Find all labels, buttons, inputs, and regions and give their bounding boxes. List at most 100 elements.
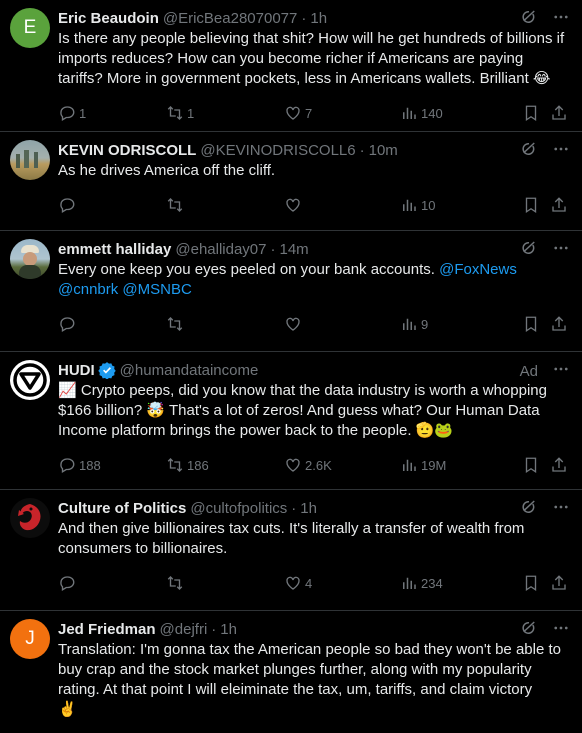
reply-button[interactable]: 188: [58, 456, 166, 474]
bookmark-button[interactable]: [522, 315, 550, 333]
retweet-button[interactable]: 1: [166, 104, 284, 122]
reply-button[interactable]: [58, 574, 166, 592]
reply-button[interactable]: [58, 315, 166, 333]
views-icon: [403, 199, 416, 211]
author-name[interactable]: Jed Friedman: [58, 621, 156, 638]
tweet[interactable]: emmett halliday @ehalliday07 · 14m Every…: [0, 231, 582, 352]
avatar[interactable]: [10, 239, 50, 279]
more-icon[interactable]: [552, 360, 570, 383]
tweet[interactable]: KEVIN ODRISCOLL @KEVINODRISCOLL6 · 10m A…: [0, 132, 582, 231]
tweet-text: As he drives America off the cliff.: [58, 162, 276, 179]
retweet-count: 1: [187, 105, 195, 121]
grok-icon[interactable]: [520, 498, 538, 521]
timestamp[interactable]: 14m: [280, 241, 309, 258]
grok-icon[interactable]: [520, 140, 538, 163]
separator-dot: ·: [270, 240, 276, 258]
tweet[interactable]: Culture of Politics @cultofpolitics · 1h…: [0, 490, 582, 611]
avatar-detail: [19, 265, 41, 279]
verified-badge-icon: [97, 361, 116, 379]
bookmark-button[interactable]: [522, 104, 550, 122]
share-button[interactable]: [550, 574, 568, 592]
mention-link[interactable]: @cnnbrk: [58, 281, 118, 298]
timestamp[interactable]: 1h: [220, 621, 237, 638]
mention-link[interactable]: @MSNBC: [122, 281, 191, 298]
author-name[interactable]: HUDI: [58, 362, 95, 379]
bookmark-icon: [525, 105, 537, 122]
like-button[interactable]: 2.6K: [284, 456, 400, 474]
emoji: 😂: [532, 70, 551, 87]
share-icon: [552, 197, 566, 212]
retweet-button[interactable]: [166, 196, 284, 214]
retweet-icon: [167, 317, 183, 331]
tweet-text: And then give billionaires tax cuts. It'…: [58, 520, 525, 557]
grok-icon[interactable]: [520, 619, 538, 642]
retweet-button[interactable]: [166, 574, 284, 592]
views-button[interactable]: 19M: [400, 456, 522, 474]
author-handle[interactable]: @humandataincome: [120, 362, 259, 379]
bookmark-button[interactable]: [522, 196, 550, 214]
author-handle[interactable]: @KEVINODRISCOLL6: [200, 142, 355, 159]
author-name[interactable]: Culture of Politics: [58, 500, 186, 517]
retweet-icon: [167, 458, 183, 472]
timestamp[interactable]: 10m: [369, 142, 398, 159]
views-icon: [403, 459, 416, 471]
retweet-button[interactable]: [166, 315, 284, 333]
grok-icon[interactable]: [520, 8, 538, 31]
share-button[interactable]: [550, 196, 568, 214]
avatar[interactable]: [10, 140, 50, 180]
views-icon: [403, 107, 416, 119]
like-button[interactable]: 7: [284, 104, 400, 122]
like-button[interactable]: 4: [284, 574, 400, 592]
like-count: 4: [305, 575, 313, 591]
reply-icon: [60, 106, 75, 121]
like-count: 2.6K: [305, 457, 332, 473]
tweet[interactable]: J Jed Friedman @dejfri · 1h Translation:…: [0, 611, 582, 733]
share-button[interactable]: [550, 315, 568, 333]
heart-icon: [286, 198, 300, 212]
grok-icon[interactable]: [520, 239, 538, 262]
author-handle[interactable]: @cultofpolitics: [190, 500, 287, 517]
tweet-text: 📈 Crypto peeps, did you know that the da…: [58, 381, 570, 441]
tweet-actions: 188 186 2.6K 19M: [58, 445, 570, 485]
views-button[interactable]: 9: [400, 315, 522, 333]
author-name[interactable]: Eric Beaudoin: [58, 10, 159, 27]
more-icon[interactable]: [552, 239, 570, 262]
bookmark-button[interactable]: [522, 574, 550, 592]
timestamp[interactable]: 1h: [310, 10, 327, 27]
more-icon[interactable]: [552, 8, 570, 31]
retweet-icon: [167, 576, 183, 590]
avatar[interactable]: J: [10, 619, 50, 659]
views-count: 234: [421, 575, 443, 591]
reply-button[interactable]: [58, 196, 166, 214]
more-icon[interactable]: [552, 619, 570, 642]
reply-button[interactable]: 1: [58, 104, 166, 122]
more-icon[interactable]: [552, 140, 570, 163]
avatar[interactable]: [10, 498, 50, 538]
reply-icon: [60, 458, 75, 473]
tweet[interactable]: E Eric Beaudoin @EricBea28070077 · 1h Is…: [0, 0, 582, 132]
share-button[interactable]: [550, 456, 568, 474]
author-handle[interactable]: @ehalliday07: [175, 241, 266, 258]
timestamp[interactable]: 1h: [300, 500, 317, 517]
ad-label: Ad: [519, 363, 538, 380]
chart-emoji: 📈: [58, 382, 77, 399]
views-button[interactable]: 234: [400, 574, 522, 592]
like-button[interactable]: [284, 315, 400, 333]
like-button[interactable]: [284, 196, 400, 214]
share-button[interactable]: [550, 104, 568, 122]
mention-link[interactable]: @FoxNews: [439, 261, 517, 278]
avatar[interactable]: [10, 360, 50, 400]
avatar[interactable]: E: [10, 8, 50, 48]
author-handle[interactable]: @EricBea28070077: [163, 10, 298, 27]
views-button[interactable]: 10: [400, 196, 522, 214]
tweet-ad[interactable]: HUDI @humandataincome Ad 📈 Crypto peeps,…: [0, 352, 582, 490]
views-button[interactable]: 140: [400, 104, 522, 122]
author-handle[interactable]: @dejfri: [160, 621, 208, 638]
bookmark-button[interactable]: [522, 456, 550, 474]
author-name[interactable]: KEVIN ODRISCOLL: [58, 142, 196, 159]
retweet-button[interactable]: 186: [166, 456, 284, 474]
reply-icon: [60, 198, 75, 213]
author-name[interactable]: emmett halliday: [58, 241, 171, 258]
more-icon[interactable]: [552, 498, 570, 521]
retweet-count: 186: [187, 457, 209, 473]
